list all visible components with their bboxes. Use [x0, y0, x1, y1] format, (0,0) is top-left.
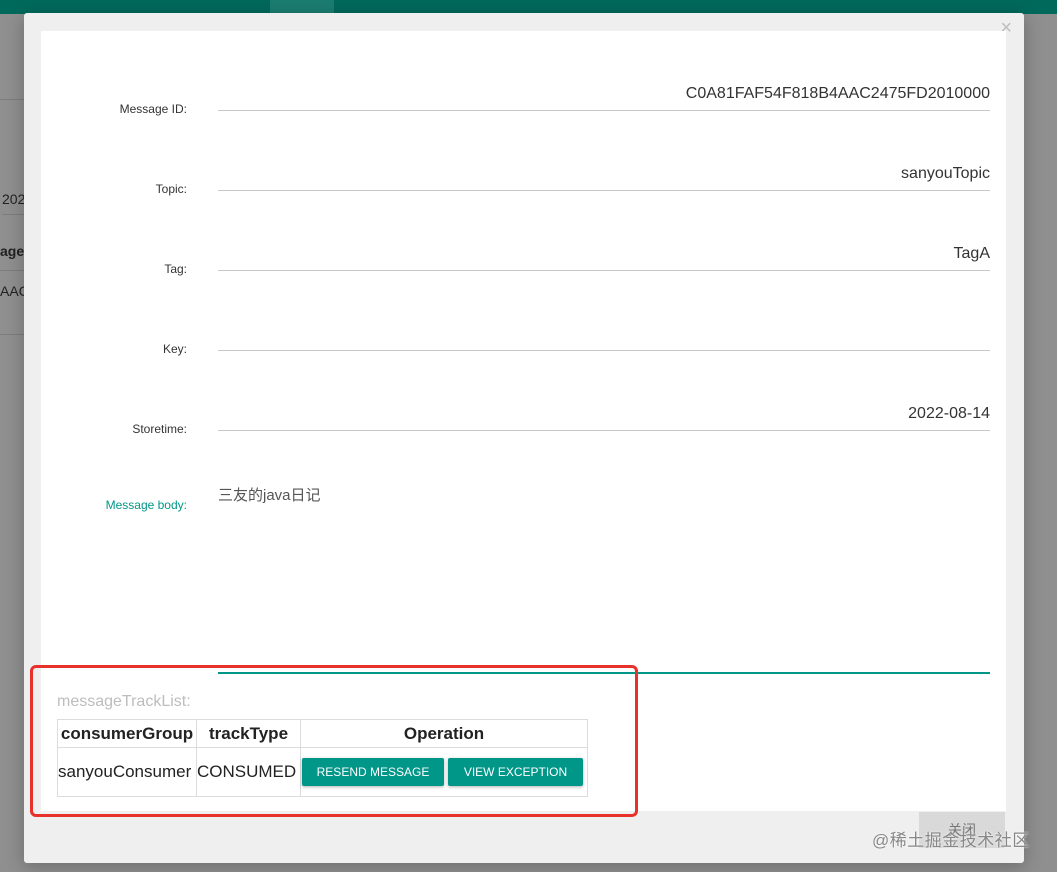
background-header-fragment: age — [0, 243, 25, 259]
topic-label: Topic: — [155, 182, 187, 196]
resend-message-button[interactable]: RESEND MESSAGE — [302, 758, 444, 786]
tag-value[interactable]: TagA — [218, 245, 990, 263]
tag-field: Tag: TagA — [41, 243, 1006, 303]
message-body-underline — [218, 672, 990, 674]
column-header-operation: Operation — [300, 719, 588, 748]
topic-value[interactable]: sanyouTopic — [218, 165, 990, 183]
message-body-label: Message body: — [105, 498, 187, 512]
message-body-textarea[interactable]: 三友的java日记 — [218, 484, 321, 505]
tag-label: Tag: — [164, 262, 187, 276]
topic-underline — [218, 190, 990, 191]
topbar-active-tab[interactable] — [270, 0, 334, 14]
background-divider — [2, 214, 26, 215]
message-id-field: Message ID: C0A81FAF54F818B4AAC2475FD201… — [41, 83, 1006, 143]
background-divider — [0, 270, 24, 271]
topic-field: Topic: sanyouTopic — [41, 163, 1006, 223]
operation-cell: RESEND MESSAGE VIEW EXCEPTION — [300, 747, 588, 797]
storetime-field: Storetime: 2022-08-14 — [41, 403, 1006, 463]
consumer-group-cell: sanyouConsumer — [57, 747, 197, 797]
tag-underline — [218, 270, 990, 271]
column-header-consumer-group: consumerGroup — [57, 719, 197, 748]
key-field: Key: — [41, 323, 1006, 383]
track-type-cell: CONSUMED — [196, 747, 301, 797]
message-id-underline — [218, 110, 990, 111]
view-exception-button[interactable]: VIEW EXCEPTION — [448, 758, 583, 786]
storetime-underline — [218, 430, 990, 431]
message-id-value[interactable]: C0A81FAF54F818B4AAC2475FD2010000 — [218, 85, 990, 103]
watermark-text: @稀土掘金技术社区 — [872, 831, 1030, 850]
app-topbar — [0, 0, 1057, 14]
background-date-fragment: 202 — [2, 191, 26, 207]
track-list-title: messageTrackList: — [57, 693, 191, 710]
message-detail-panel: Message ID: C0A81FAF54F818B4AAC2475FD201… — [41, 31, 1006, 811]
table-row: sanyouConsumer CONSUMED RESEND MESSAGE VI… — [57, 747, 588, 797]
key-underline — [218, 350, 990, 351]
storetime-label: Storetime: — [132, 422, 187, 436]
message-detail-dialog: × Message ID: C0A81FAF54F818B4AAC2475FD2… — [24, 13, 1024, 863]
table-header-row: consumerGroup trackType Operation — [57, 719, 588, 748]
message-track-table: consumerGroup trackType Operation sanyou… — [57, 719, 588, 797]
background-divider — [0, 334, 24, 335]
column-header-track-type: trackType — [196, 719, 301, 748]
storetime-value[interactable]: 2022-08-14 — [218, 405, 990, 423]
background-divider — [0, 99, 24, 100]
message-id-label: Message ID: — [119, 102, 187, 116]
key-label: Key: — [162, 342, 187, 356]
